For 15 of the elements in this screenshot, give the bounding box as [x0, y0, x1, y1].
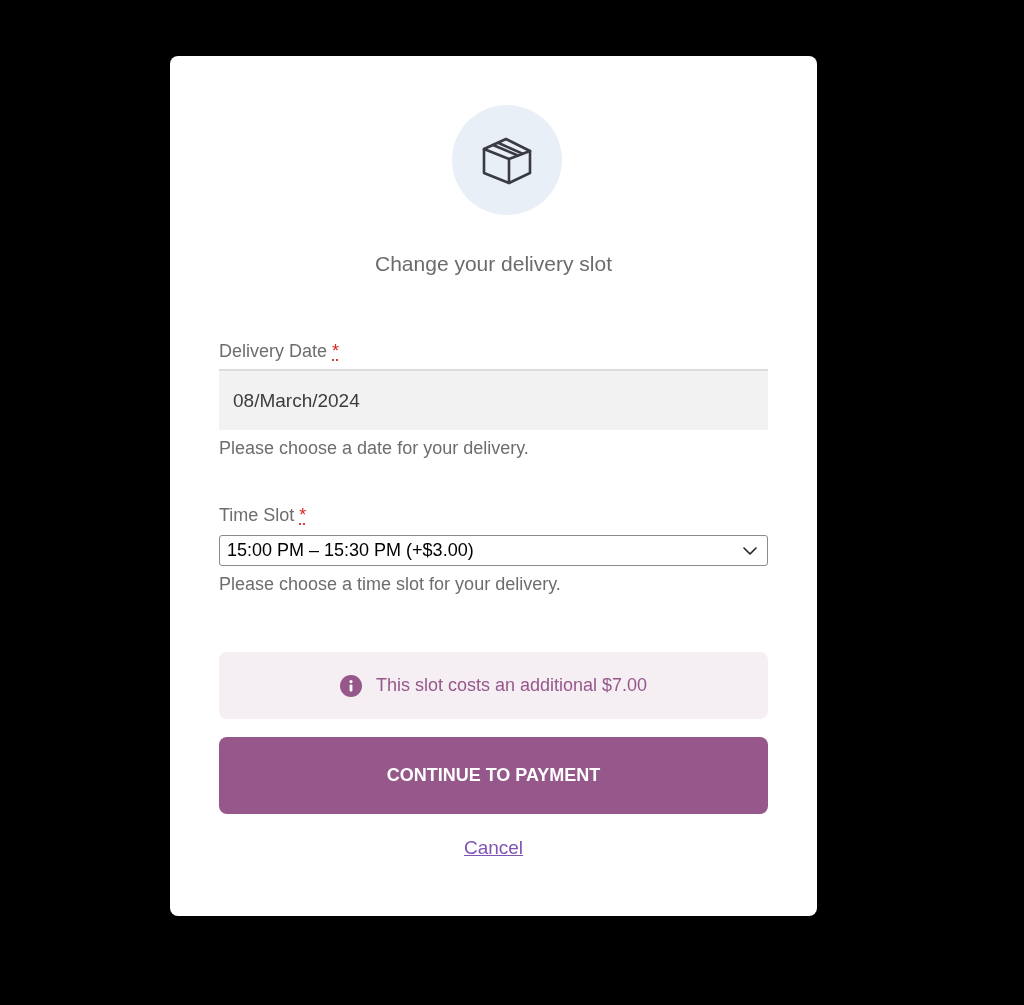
required-asterisk: * — [299, 505, 307, 525]
info-icon — [339, 674, 362, 697]
dialog-title: Change your delivery slot — [374, 251, 613, 277]
chevron-down-icon — [743, 546, 757, 555]
time-slot-select[interactable]: 15:00 PM – 15:30 PM (+$3.00) — [219, 535, 768, 566]
field-label: Time Slot — [219, 504, 295, 527]
field-hint: Please choose a date for your delivery. — [219, 437, 530, 460]
notice-text: This slot costs an additional $7.00 — [375, 675, 648, 696]
cancel-link[interactable]: Cancel — [463, 835, 524, 861]
continue-button[interactable]: CONTINUE TO PAYMENT — [219, 737, 768, 814]
date-field[interactable]: 08/March/2024 — [219, 369, 768, 430]
package-icon — [451, 105, 562, 215]
required-asterisk: * — [332, 341, 340, 361]
field-label: Delivery Date — [219, 340, 328, 363]
field-hint: Please choose a time slot for your delivery. — [219, 573, 562, 596]
